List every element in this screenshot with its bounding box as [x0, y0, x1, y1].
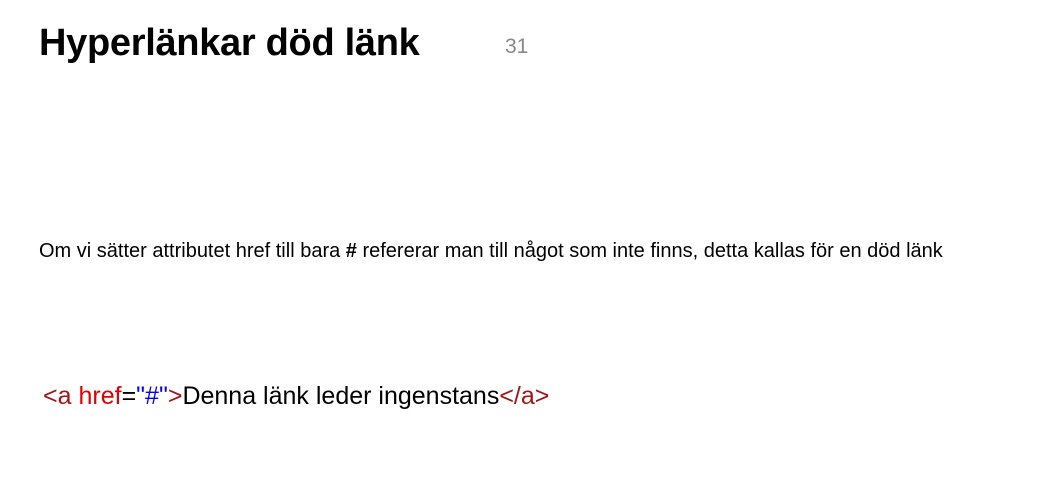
code-example: <a href="#">Denna länk leder ingenstans<… [43, 381, 549, 411]
slide-title: Hyperlänkar död länk [39, 22, 420, 64]
code-attribute-value: "#" [136, 382, 168, 410]
code-close-bracket: > [167, 382, 183, 410]
code-equals: = [121, 382, 137, 410]
body-text-hash: # [345, 240, 357, 262]
slide-number: 31 [505, 35, 529, 58]
body-paragraph: Om vi sätter attributet href till bara #… [39, 239, 1039, 264]
code-attribute-name: href [78, 382, 122, 410]
code-open-tag: <a [43, 382, 72, 410]
body-text-after-hash: refererar man till något som inte finns,… [356, 240, 943, 262]
code-end-tag: </a> [499, 382, 550, 410]
body-text-before-hash: Om vi sätter attributet href till bara [39, 240, 346, 262]
code-link-text: Denna länk leder ingenstans [182, 382, 500, 410]
